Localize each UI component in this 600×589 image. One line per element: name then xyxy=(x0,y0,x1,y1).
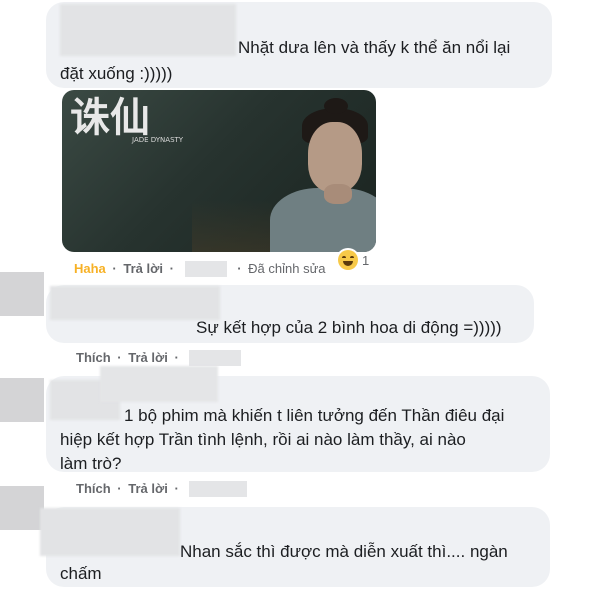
reaction-count: 1 xyxy=(362,252,370,268)
comment-image[interactable]: 诛仙 JADE DYNASTY xyxy=(62,90,376,252)
avatar[interactable] xyxy=(0,272,44,316)
redacted-timestamp xyxy=(184,260,227,277)
separator-dot: · xyxy=(174,350,179,366)
drama-logo: 诛仙 xyxy=(70,94,150,141)
avatar[interactable] xyxy=(0,378,44,422)
comment-text-line: chấm xyxy=(60,564,102,583)
reply-button[interactable]: Trả lời xyxy=(128,350,168,365)
comment-actions: Thích · Trả lời · xyxy=(76,349,245,366)
comment-actions: Thích · Trả lời · xyxy=(76,480,251,497)
figure-face xyxy=(308,122,362,192)
drama-logo-subtitle: JADE DYNASTY xyxy=(132,136,184,144)
comment-text-line: đặt xuống :))))) xyxy=(60,64,173,83)
like-button[interactable]: Thích xyxy=(76,350,111,365)
comment-text-line: Nhặt dưa lên và thấy k thể ăn nổi lại xyxy=(238,38,511,57)
comment-actions: Haha · Trả lời · · Đã chỉnh sửa xyxy=(74,260,326,277)
like-button[interactable]: Thích xyxy=(76,481,111,496)
haha-button[interactable]: Haha xyxy=(74,261,106,276)
haha-emoji-icon xyxy=(338,250,358,270)
separator-dot: · xyxy=(117,350,122,366)
separator-dot: · xyxy=(174,481,179,497)
separator-dot: · xyxy=(237,261,242,277)
figure-hair-bun xyxy=(324,98,348,114)
reply-button[interactable]: Trả lời xyxy=(128,481,168,496)
comment-text-line: hiệp kết hợp Trần tình lệnh, rồi ai nào … xyxy=(60,430,466,449)
comment-text-line: làm trò? xyxy=(60,454,122,473)
edited-label: Đã chỉnh sửa xyxy=(248,261,326,277)
redacted-username xyxy=(40,508,180,556)
comment-text: Sự kết hợp của 2 bình hoa di động =))))) xyxy=(196,318,502,337)
redacted-username xyxy=(50,286,220,320)
separator-dot: · xyxy=(112,261,117,277)
redacted-timestamp xyxy=(189,349,242,366)
redacted-timestamp xyxy=(189,480,248,497)
separator-dot: · xyxy=(117,481,122,497)
separator-dot: · xyxy=(169,261,174,277)
comment-text-line: 1 bộ phim mà khiến t liên tưởng đến Thần… xyxy=(124,406,505,425)
redacted-username xyxy=(100,366,218,402)
image-foreground xyxy=(192,200,272,252)
reply-button[interactable]: Trả lời xyxy=(123,261,163,276)
comment-text-line: Nhan sắc thì được mà diễn xuất thì.... n… xyxy=(180,542,508,561)
reaction-summary[interactable]: 1 xyxy=(338,250,369,270)
redacted-username xyxy=(60,4,236,56)
figure-hand xyxy=(324,184,352,204)
figure-body xyxy=(270,188,376,252)
avatar[interactable] xyxy=(0,486,44,530)
